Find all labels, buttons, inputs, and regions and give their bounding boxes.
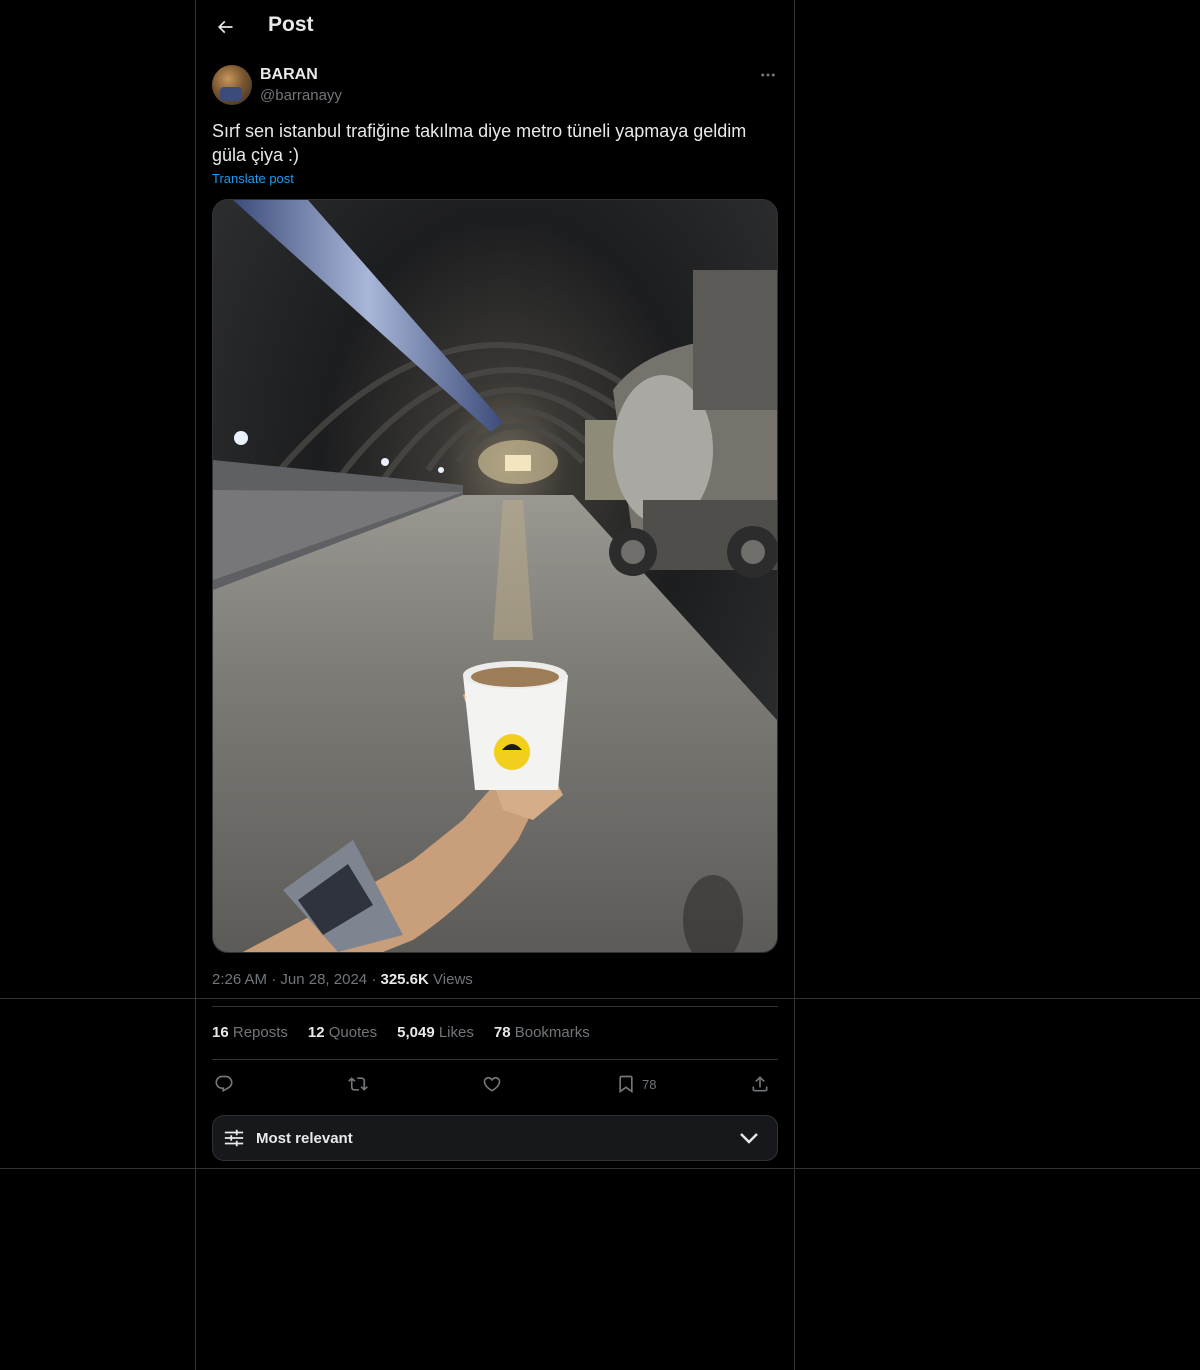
divider: [212, 1059, 778, 1060]
page-header: Post: [196, 0, 794, 53]
reply-button[interactable]: [214, 1066, 234, 1102]
more-horizontal-icon: [761, 73, 775, 77]
post-time[interactable]: 2:26 AM: [212, 971, 267, 988]
bookmark-button[interactable]: 78: [616, 1066, 656, 1102]
repost-icon: [348, 1077, 368, 1091]
arrow-left-icon: [217, 20, 233, 34]
views-count: 325.6K: [380, 971, 429, 988]
share-button[interactable]: [750, 1066, 770, 1102]
heart-icon: [483, 1076, 501, 1092]
reply-icon: [215, 1075, 233, 1093]
sort-label: Most relevant: [256, 1130, 353, 1147]
quotes-label: Quotes: [328, 1024, 378, 1041]
author-handle[interactable]: @barranayy: [260, 87, 342, 104]
divider: [212, 1006, 778, 1007]
horizontal-rule: [0, 1168, 1200, 1169]
bookmarks-stat[interactable]: 78 Bookmarks: [494, 1024, 590, 1041]
like-button[interactable]: [482, 1066, 502, 1102]
tunnel-photo: [213, 200, 777, 952]
likes-stat[interactable]: 5,049 Likes: [397, 1024, 474, 1041]
reposts-count: 16: [212, 1024, 229, 1041]
post-actions: 78: [212, 1066, 778, 1102]
reposts-label: Reposts: [232, 1024, 288, 1041]
likes-count: 5,049: [397, 1024, 435, 1041]
author-display-name[interactable]: BARAN: [260, 66, 318, 84]
quotes-stat[interactable]: 12 Quotes: [308, 1024, 377, 1041]
avatar[interactable]: [212, 65, 252, 105]
back-button[interactable]: [208, 10, 242, 44]
reposts-stat[interactable]: 16 Reposts: [212, 1024, 288, 1041]
likes-label: Likes: [438, 1024, 474, 1041]
sliders-icon: [224, 1129, 244, 1147]
bookmarks-label: Bookmarks: [514, 1024, 590, 1041]
bookmarks-count: 78: [493, 1024, 511, 1041]
post-meta: 2:26 AM · Jun 28, 2024 · 325.6K Views: [212, 971, 473, 988]
page-title: Post: [268, 13, 314, 36]
sort-replies-dropdown[interactable]: Most relevant: [212, 1115, 778, 1161]
repost-button[interactable]: [348, 1066, 368, 1102]
post-media-image[interactable]: [212, 199, 778, 953]
engagement-stats: 16 Reposts 12 Quotes 5,049 Likes 78 Book…: [212, 1024, 590, 1041]
bookmark-icon: [619, 1075, 633, 1094]
chevron-down-icon: [740, 1133, 758, 1144]
meta-separator: ·: [271, 971, 281, 988]
post-date[interactable]: Jun 28, 2024: [280, 971, 367, 988]
post-text: Sırf sen istanbul trafiğine takılma diye…: [212, 121, 747, 165]
quotes-count: 12: [307, 1024, 325, 1041]
main-column: Post BARAN @barranayy Sırf sen istanbul …: [195, 0, 795, 1370]
more-options-button[interactable]: [752, 62, 784, 88]
views-label: Views: [433, 971, 473, 988]
translate-post-link[interactable]: Translate post: [212, 171, 294, 186]
share-icon: [752, 1076, 768, 1092]
bookmark-count: 78: [642, 1076, 657, 1092]
horizontal-rule: [0, 998, 1200, 999]
